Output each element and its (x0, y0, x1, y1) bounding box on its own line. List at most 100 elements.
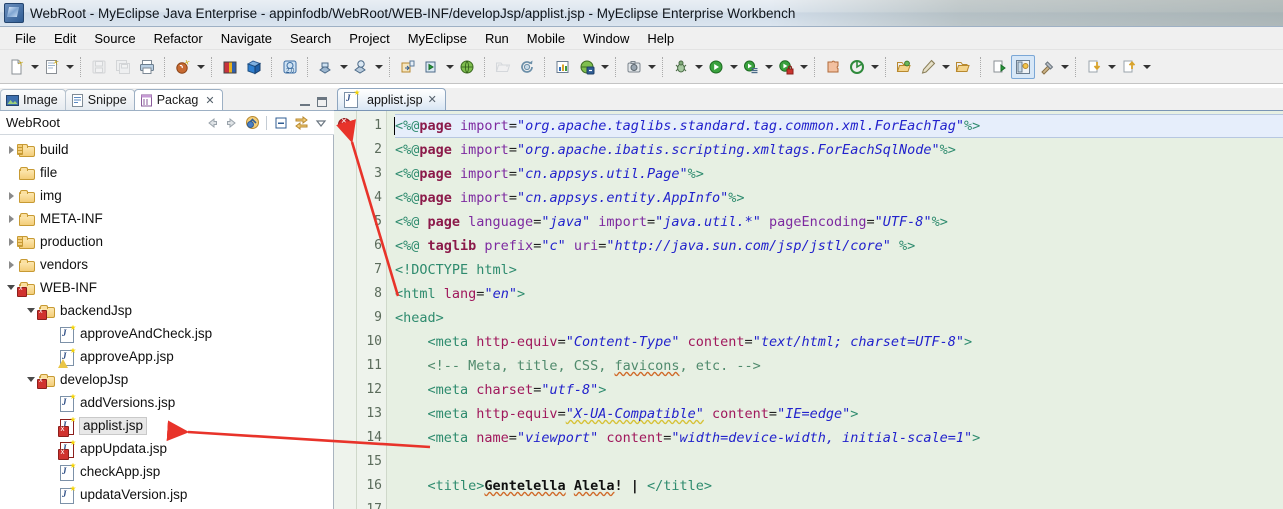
menu-item-myeclipse[interactable]: MyEclipse (399, 29, 476, 48)
code-line[interactable]: <meta name="viewport" content="width=dev… (395, 426, 1283, 450)
link-with-editor-icon[interactable] (292, 114, 310, 132)
chevron-down-icon[interactable] (1141, 56, 1152, 78)
tree-item-production[interactable]: production (0, 230, 333, 253)
debug-as-button[interactable] (669, 55, 693, 79)
servers-button[interactable] (349, 55, 373, 79)
code-text[interactable]: <%@page import="org.apache.taglibs.stand… (387, 111, 1283, 509)
menu-item-file[interactable]: File (6, 29, 45, 48)
perspective-button[interactable] (1011, 54, 1035, 79)
expander-closed-icon[interactable] (4, 235, 18, 249)
code-line[interactable]: <html lang="en"> (395, 282, 1283, 306)
code-line[interactable]: <meta charset="utf-8"> (395, 378, 1283, 402)
code-line[interactable]: <%@page import="org.apache.taglibs.stand… (394, 114, 1283, 138)
minimize-icon[interactable] (299, 96, 311, 108)
tree-item-applist-jsp[interactable]: Japplist.jsp (0, 414, 333, 437)
run-as-button[interactable] (704, 55, 728, 79)
error-marker-icon[interactable] (338, 116, 351, 131)
tree-item-checkapp-jsp[interactable]: JcheckApp.jsp (0, 460, 333, 483)
tree-item-web-inf[interactable]: WEB-INF (0, 276, 333, 299)
editor-tab-applist-jsp[interactable]: J applist.jsp ✕ (337, 88, 446, 110)
code-line[interactable]: <meta http-equiv="Content-Type" content=… (395, 330, 1283, 354)
build-button[interactable] (1035, 55, 1059, 79)
expander-open-icon[interactable] (24, 304, 38, 318)
code-line[interactable]: <%@ page language="java" import="java.ut… (395, 210, 1283, 234)
expander-open-icon[interactable] (4, 281, 18, 295)
project-tree[interactable]: build file img META-INF production vendors WEB… (0, 135, 334, 509)
new-java-class-button[interactable] (171, 55, 195, 79)
new-plugin-button[interactable] (821, 55, 845, 79)
expander-closed-icon[interactable] (4, 189, 18, 203)
code-line[interactable]: <head> (395, 306, 1283, 330)
maximize-icon[interactable] (316, 96, 328, 108)
tree-item-appupdata-jsp[interactable]: JappUpdata.jsp (0, 437, 333, 460)
code-line[interactable]: <%@page import="cn.appsys.util.Page"%> (395, 162, 1283, 186)
run-config-button[interactable] (739, 55, 763, 79)
tree-item-vendors[interactable]: vendors (0, 253, 333, 276)
menu-item-project[interactable]: Project (340, 29, 398, 48)
chevron-down-icon[interactable] (646, 56, 657, 78)
chevron-down-icon[interactable] (940, 56, 951, 78)
upload-button[interactable] (1117, 55, 1141, 79)
deploy-button[interactable] (314, 55, 338, 79)
tree-item-file[interactable]: file (0, 161, 333, 184)
open-folder-button[interactable] (491, 55, 515, 79)
web20-tools-button[interactable]: 2.0 (278, 55, 302, 79)
menu-item-help[interactable]: Help (638, 29, 683, 48)
expander-closed-icon[interactable] (4, 212, 18, 226)
expander-open-icon[interactable] (24, 373, 38, 387)
new-wizard-button[interactable] (5, 55, 29, 79)
open-resource-button[interactable] (951, 55, 975, 79)
tree-item-img[interactable]: img (0, 184, 333, 207)
left-view-tab-packag[interactable]: Packag ✕ (133, 89, 223, 110)
chevron-down-icon[interactable] (373, 56, 384, 78)
chevron-down-icon[interactable] (444, 56, 455, 78)
left-view-tab-image[interactable]: Image (0, 89, 66, 110)
code-line[interactable]: <!-- Meta, title, CSS, favicons, etc. --… (395, 354, 1283, 378)
snapshot-button[interactable] (622, 55, 646, 79)
chevron-down-icon[interactable] (798, 56, 809, 78)
code-line[interactable]: <%@ taglib prefix="c" uri="http://java.s… (395, 234, 1283, 258)
expander-closed-icon[interactable] (4, 143, 18, 157)
tree-item-addversions-jsp[interactable]: JaddVersions.jsp (0, 391, 333, 414)
chevron-down-icon[interactable] (64, 56, 75, 78)
run-server-button[interactable] (420, 55, 444, 79)
download-button[interactable] (1082, 55, 1106, 79)
export-button[interactable] (396, 55, 420, 79)
expander-closed-icon[interactable] (4, 258, 18, 272)
source-editor[interactable]: 1234567891011121314151617 <%@page import… (334, 110, 1283, 509)
chevron-down-icon[interactable] (195, 56, 206, 78)
code-line[interactable]: <!DOCTYPE html> (395, 258, 1283, 282)
chevron-down-icon[interactable] (763, 56, 774, 78)
forward-icon[interactable] (223, 114, 241, 132)
chevron-down-icon[interactable] (869, 56, 880, 78)
chevron-down-icon[interactable] (599, 56, 610, 78)
close-icon[interactable]: ✕ (205, 94, 214, 107)
tree-item-backendjsp[interactable]: backendJsp (0, 299, 333, 322)
tree-item-developjsp[interactable]: developJsp (0, 368, 333, 391)
edit-pen-button[interactable] (916, 55, 940, 79)
code-line[interactable]: <%@page import="org.apache.ibatis.script… (395, 138, 1283, 162)
menu-item-refactor[interactable]: Refactor (145, 29, 212, 48)
tree-item-build[interactable]: build (0, 138, 333, 161)
home-icon[interactable] (243, 114, 261, 132)
report-button[interactable] (551, 55, 575, 79)
next-annotation-button[interactable] (987, 55, 1011, 79)
code-line[interactable]: <meta http-equiv="X-UA-Compatible" conte… (395, 402, 1283, 426)
menu-item-mobile[interactable]: Mobile (518, 29, 574, 48)
close-icon[interactable]: ✕ (428, 93, 437, 106)
collapse-all-icon[interactable] (272, 114, 290, 132)
new-snippet-button[interactable] (40, 55, 64, 79)
menu-item-edit[interactable]: Edit (45, 29, 85, 48)
save-button[interactable] (87, 55, 111, 79)
chevron-down-icon[interactable] (338, 56, 349, 78)
refresh-ext-button[interactable] (515, 55, 539, 79)
left-view-tab-snippe[interactable]: Snippe (64, 89, 135, 110)
print-button[interactable] (135, 55, 159, 79)
tree-item-updataversion-jsp[interactable]: JupdataVersion.jsp (0, 483, 333, 506)
menu-item-run[interactable]: Run (476, 29, 518, 48)
menu-item-search[interactable]: Search (281, 29, 340, 48)
tree-item-approveandcheck-jsp[interactable]: JapproveAndCheck.jsp (0, 322, 333, 345)
refresh-target-button[interactable] (845, 55, 869, 79)
web-preview-button[interactable] (575, 55, 599, 79)
tree-item-approveapp-jsp[interactable]: JapproveApp.jsp (0, 345, 333, 368)
